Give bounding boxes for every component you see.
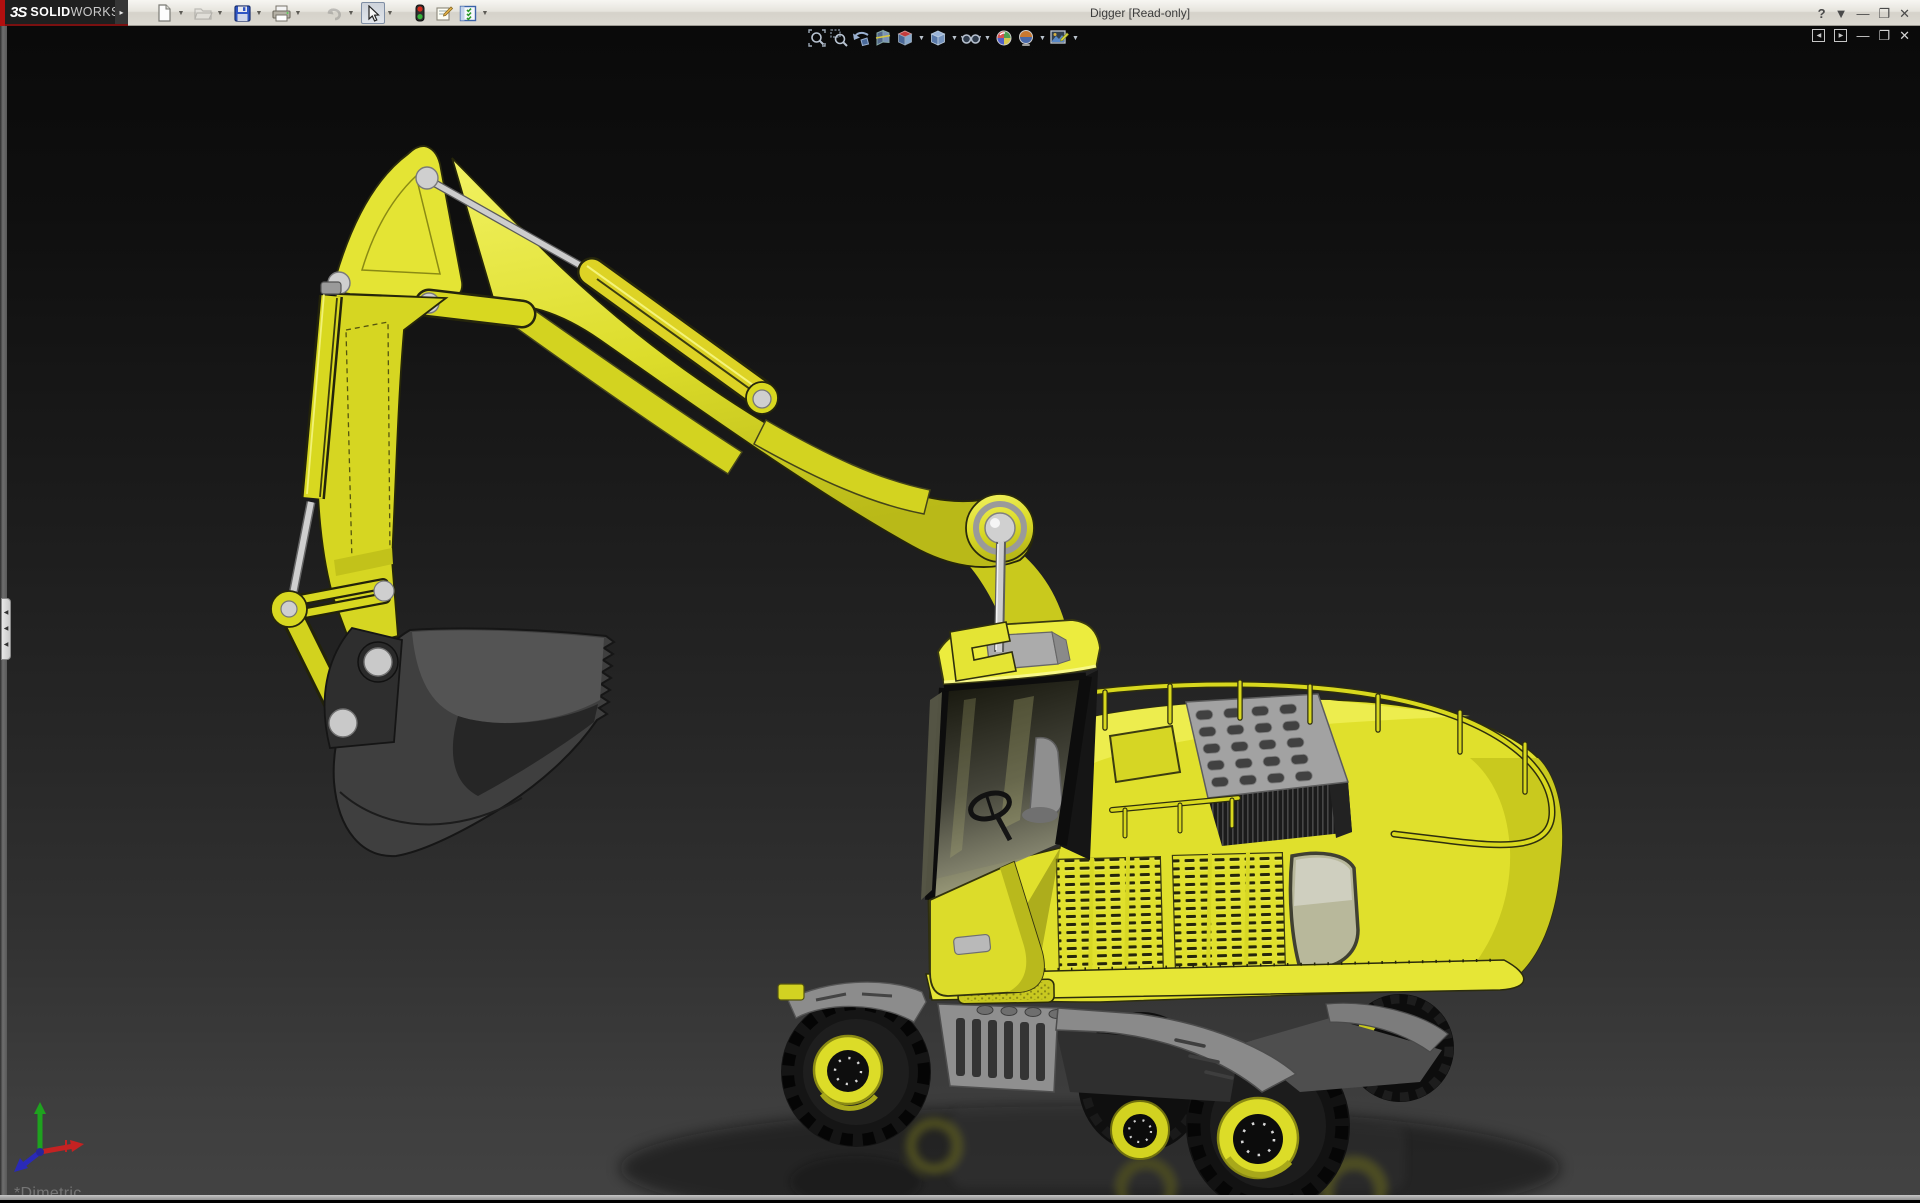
options-button[interactable] (456, 2, 480, 24)
undo-dropdown[interactable]: ▼ (346, 10, 356, 17)
pane-right-icon[interactable]: ▶ (1834, 29, 1847, 42)
bucket[interactable] (325, 628, 614, 856)
logo-red-stripe (0, 0, 5, 26)
collapse-arrow-icon: ◀ (4, 642, 9, 648)
view-orientation-dropdown[interactable]: ▼ (916, 35, 927, 42)
view-settings-dropdown[interactable]: ▼ (1070, 35, 1081, 42)
pane-left-icon[interactable]: ◀ (1812, 29, 1825, 42)
minimize-button[interactable]: — (1856, 7, 1869, 20)
rebuild-traffic-light-icon (415, 4, 425, 22)
help-button[interactable]: ? (1818, 7, 1826, 20)
new-document-button[interactable] (152, 2, 176, 24)
apply-scene-icon (1017, 29, 1035, 47)
close-button[interactable]: ✕ (1899, 7, 1910, 20)
help-dropdown[interactable]: ▼ (1835, 7, 1848, 20)
save-icon (234, 5, 251, 22)
section-view-button[interactable] (872, 28, 894, 48)
options-dropdown[interactable]: ▼ (480, 10, 490, 17)
document-minimize-button[interactable]: — (1856, 29, 1869, 42)
open-dropdown[interactable]: ▼ (215, 10, 225, 17)
print-icon (272, 5, 291, 22)
display-style-icon (929, 29, 947, 47)
title-bar: 3S SOLIDWORKS ▸ ▼ ▼ ▼ ▼ ▼ ▼ ▼ (0, 0, 1920, 26)
digger-model[interactable] (0, 26, 1920, 1200)
new-document-icon (156, 4, 173, 22)
logo-flyout-arrow-icon[interactable]: ▸ (115, 0, 128, 24)
heads-up-view-toolbar: ▼ ▼ ▼ ▼ ▼ (806, 28, 1081, 48)
rebuild-button[interactable] (408, 2, 432, 24)
print-dropdown[interactable]: ▼ (293, 10, 303, 17)
display-style-button[interactable] (927, 28, 949, 48)
open-button[interactable] (191, 2, 215, 24)
featuremanager-collapse-handle[interactable]: ◀ ◀ ◀ (1, 598, 11, 660)
view-settings-button[interactable] (1048, 28, 1070, 48)
document-window-controls: ◀ ▶ — ❐ ✕ (1812, 29, 1910, 42)
restore-button[interactable]: ❐ (1878, 7, 1890, 20)
display-style-dropdown[interactable]: ▼ (949, 35, 960, 42)
select-cursor-icon (366, 5, 380, 22)
edit-appearance-icon (995, 29, 1013, 47)
view-orientation-label: *Dimetric (14, 1185, 82, 1203)
zoom-to-area-button[interactable] (828, 28, 850, 48)
brand-name-light: WORKS (71, 5, 120, 19)
select-dropdown[interactable]: ▼ (385, 10, 395, 17)
document-restore-button[interactable]: ❐ (1878, 29, 1890, 42)
hide-show-items-icon (961, 29, 981, 47)
save-button[interactable] (230, 2, 254, 24)
dassault-3s-mark: 3S (10, 4, 26, 21)
apply-scene-dropdown[interactable]: ▼ (1037, 35, 1048, 42)
hide-show-items-button[interactable] (960, 28, 982, 48)
view-orientation-button[interactable] (894, 28, 916, 48)
standard-toolbar: ▼ ▼ ▼ ▼ ▼ ▼ ▼ (152, 1, 495, 25)
document-close-button[interactable]: ✕ (1899, 29, 1910, 42)
apply-scene-button[interactable] (1015, 28, 1037, 48)
file-properties-button[interactable] (432, 2, 456, 24)
collapse-arrow-icon: ◀ (4, 626, 9, 632)
window-controls: ? ▼ — ❐ ✕ (1818, 0, 1910, 26)
brand-name-bold: SOLID (30, 5, 70, 19)
options-icon (459, 5, 477, 22)
select-button[interactable] (361, 2, 385, 24)
undo-icon (325, 5, 344, 22)
graphics-viewport[interactable]: ◀ ◀ ◀ ▼ ▼ ▼ ▼ (0, 26, 1920, 1200)
solidworks-logo[interactable]: 3S SOLIDWORKS ▸ (0, 0, 128, 26)
window-title: Digger [Read-only] (1090, 6, 1190, 20)
view-settings-icon (1050, 29, 1069, 47)
view-orientation-icon (896, 29, 914, 47)
previous-view-button[interactable] (850, 28, 872, 48)
undo-button[interactable] (322, 2, 346, 24)
hide-show-items-dropdown[interactable]: ▼ (982, 35, 993, 42)
orientation-triad (14, 1102, 84, 1172)
edit-appearance-button[interactable] (993, 28, 1015, 48)
save-dropdown[interactable]: ▼ (254, 10, 264, 17)
viewport-bottom-frame (0, 1195, 1920, 1200)
zoom-to-fit-icon (808, 29, 826, 47)
print-button[interactable] (269, 2, 293, 24)
zoom-to-fit-button[interactable] (806, 28, 828, 48)
file-properties-icon (435, 5, 453, 22)
zoom-to-area-icon (830, 29, 848, 47)
collapse-arrow-icon: ◀ (4, 610, 9, 616)
section-view-icon (874, 29, 892, 47)
previous-view-icon (852, 29, 870, 47)
open-icon (194, 5, 213, 21)
new-dropdown[interactable]: ▼ (176, 10, 186, 17)
